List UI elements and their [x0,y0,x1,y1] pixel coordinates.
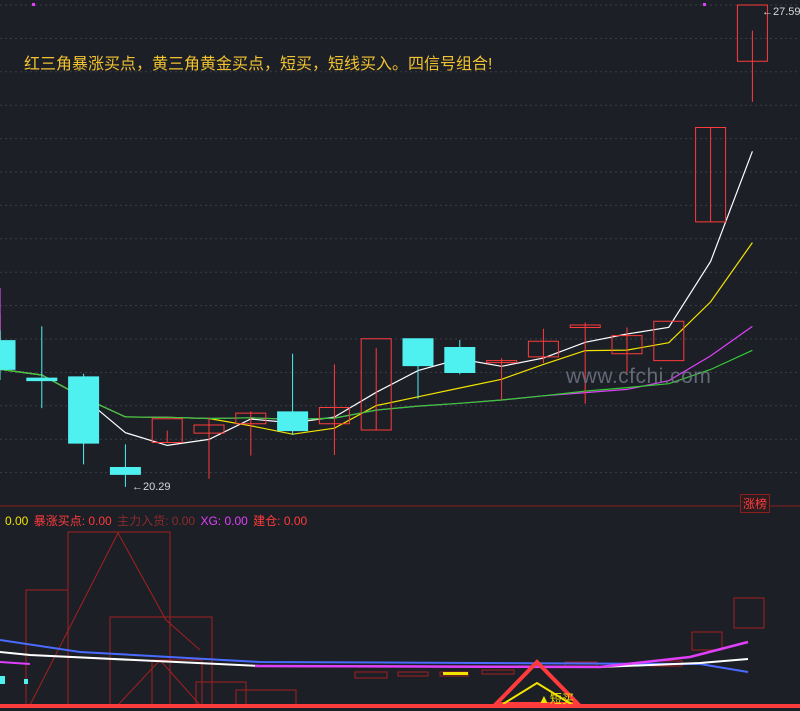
candlesticks [0,3,768,487]
indicator-values-row: 0.00 暴涨买点: 0.00 主力入货: 0.00 XG: 0.00 建仓: … [5,512,309,529]
indicator-value-1: 暴涨买点: 0.00 [33,514,112,528]
high-price-label: ←27.59 [762,6,800,18]
indicator-value-2: 主力入货: 0.00 [117,514,196,528]
indicator-box [481,669,515,675]
chart-canvas [0,3,800,708]
candle-body [277,411,309,432]
low-price-label: ←20.29 [132,481,171,493]
indicator-box [397,671,429,677]
top-marker-dot [32,3,35,6]
stock-chart: { "headline": "红三角暴涨买点，黄三角黄金买点，短买，短线买入。四… [0,0,800,711]
indicator-value-4: 建仓: 0.00 [253,514,308,528]
price-grid [0,4,800,507]
top-marker-dot [703,3,706,6]
candle-body [68,376,100,444]
indicator-box [235,689,297,706]
short-buy-signal-label: ▲短买 [538,692,574,706]
low-price-value: 20.29 [143,481,171,493]
watermark: www.cfchi.com [566,365,712,388]
indicator-peak-line [29,531,201,706]
candle-body [109,467,141,475]
candle-body [402,338,434,367]
headline-text: 红三角暴涨买点，黄三角黄金买点，短买，短线买入。四信号组合! [24,56,493,73]
indicator-box [195,681,247,706]
candle-body [26,377,58,382]
indicator-panel [0,531,800,708]
indicator-cyan-mark [0,676,5,684]
high-price-value: 27.59 [773,6,800,18]
indicator-value-0: 0.00 [5,514,29,528]
indicator-box [733,597,765,629]
indicator-yellow-bar [443,672,468,675]
indicator-box [67,531,171,706]
indicator-box [691,631,723,651]
indicator-cyan-mark [24,679,28,684]
candle-body [0,340,16,370]
indicator-small-triangle [117,659,201,706]
limit-up-badge[interactable]: 涨榜 [740,494,771,513]
indicator-box [354,671,388,679]
indicator-value-3: XG: 0.00 [200,514,248,528]
candle-body [444,347,476,373]
